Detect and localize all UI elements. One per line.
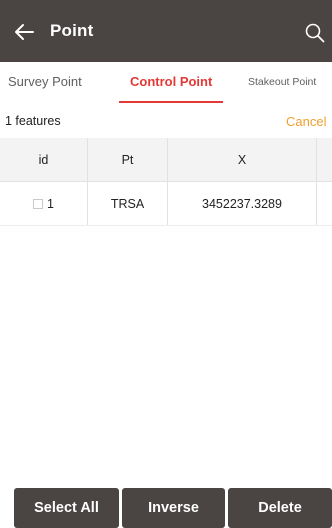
row-id: 1: [47, 196, 54, 211]
column-header-more: [317, 138, 332, 181]
inverse-button[interactable]: Inverse: [122, 488, 225, 528]
delete-button[interactable]: Delete: [228, 488, 332, 528]
feature-toolbar: 1 features Cancel: [0, 104, 332, 138]
column-header-id[interactable]: id: [0, 138, 88, 181]
back-arrow-icon[interactable]: [13, 22, 35, 42]
points-table: id Pt X 1 TRSA 3452237.3289: [0, 138, 332, 226]
bottom-action-bar: Select All Inverse Delete: [0, 482, 332, 528]
table-header: id Pt X: [0, 138, 332, 182]
point-screen: Point Survey Point Control Point Stakeou…: [0, 0, 332, 528]
column-header-x[interactable]: X: [168, 138, 317, 181]
column-header-pt[interactable]: Pt: [88, 138, 168, 181]
tab-stakeout-point[interactable]: Stakeout Point: [248, 76, 316, 88]
cancel-button[interactable]: Cancel: [286, 114, 326, 129]
point-type-tabs: Survey Point Control Point Stakeout Poin…: [0, 62, 332, 104]
select-all-button[interactable]: Select All: [14, 488, 119, 528]
page-title: Point: [50, 21, 94, 40]
row-id-cell: 1: [0, 182, 88, 225]
row-checkbox[interactable]: [33, 198, 44, 209]
row-x: 3452237.3289: [168, 182, 317, 225]
search-icon[interactable]: [304, 22, 326, 44]
table-row[interactable]: 1 TRSA 3452237.3289: [0, 182, 332, 226]
active-tab-indicator: [119, 101, 223, 103]
tab-survey-point[interactable]: Survey Point: [8, 74, 82, 89]
tab-control-point[interactable]: Control Point: [130, 74, 212, 89]
top-app-bar: Point: [0, 0, 332, 62]
row-more-cell: [317, 182, 332, 225]
row-pt: TRSA: [88, 182, 168, 225]
feature-count: 1 features: [5, 114, 61, 128]
